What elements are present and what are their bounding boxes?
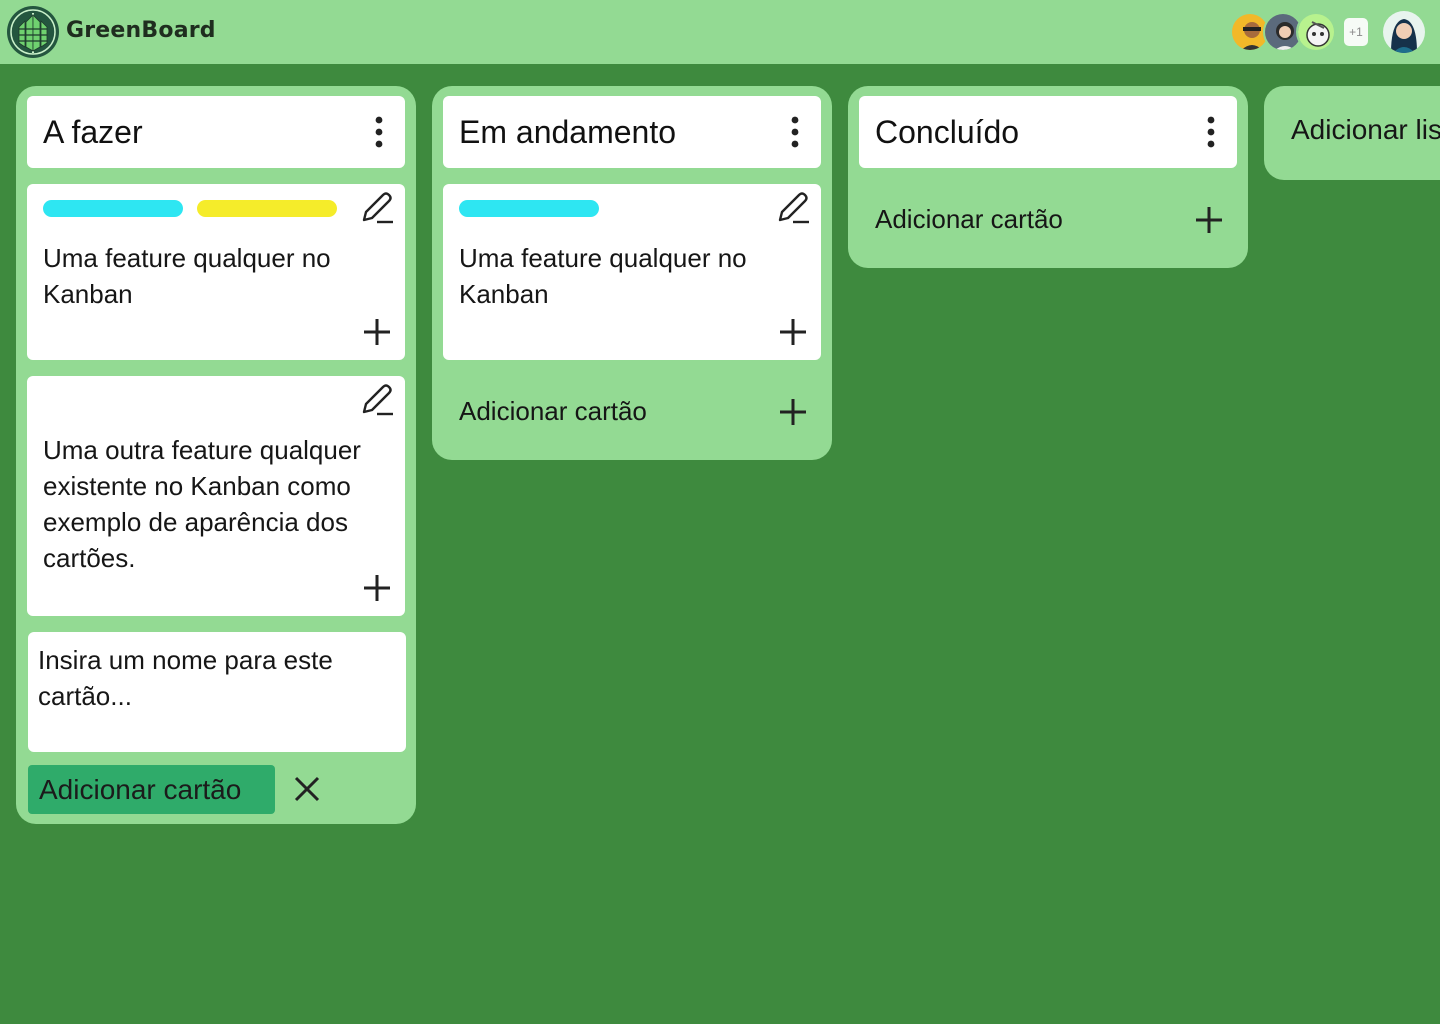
more-options-icon[interactable]: [367, 114, 391, 150]
more-options-icon[interactable]: [783, 114, 807, 150]
pencil-edit-icon[interactable]: [359, 190, 395, 226]
close-icon[interactable]: [292, 774, 322, 804]
card-title: Uma feature qualquer no Kanban: [43, 243, 331, 309]
list-em-andamento: Em andamento Uma feature qualquer no Kan…: [432, 86, 832, 460]
label-cyan[interactable]: [459, 200, 599, 217]
card[interactable]: Uma feature qualquer no Kanban: [27, 184, 405, 360]
plus-icon[interactable]: [1193, 204, 1225, 236]
current-user-avatar[interactable]: [1383, 11, 1425, 53]
list-header: A fazer: [27, 96, 405, 168]
list-header: Concluído: [859, 96, 1237, 168]
card[interactable]: Uma feature qualquer no Kanban: [443, 184, 821, 360]
plus-icon[interactable]: [361, 572, 393, 604]
app-title: GreenBoard: [66, 18, 216, 43]
more-options-icon[interactable]: [1199, 114, 1223, 150]
plus-icon[interactable]: [777, 396, 809, 428]
plus-icon[interactable]: [777, 316, 809, 348]
add-list-label: Adicionar lista: [1291, 114, 1440, 145]
add-list-button[interactable]: Adicionar lista: [1264, 86, 1440, 180]
list-a-fazer: A fazer Uma feature qualquer no Kanban U…: [16, 86, 416, 824]
add-card-button[interactable]: Adicionar cartão: [875, 204, 1063, 235]
list-concluido: Concluído Adicionar cartão: [848, 86, 1248, 268]
list-title: Em andamento: [459, 114, 677, 150]
add-card-button[interactable]: Adicionar cartão: [459, 396, 647, 427]
pencil-edit-icon[interactable]: [775, 190, 811, 226]
label-cyan[interactable]: [43, 200, 183, 217]
card-title: Uma outra feature qualquer existente no …: [43, 435, 361, 573]
label-yellow[interactable]: [197, 200, 337, 217]
card-title: Uma feature qualquer no Kanban: [459, 243, 747, 309]
card[interactable]: Uma outra feature qualquer existente no …: [27, 376, 405, 616]
member-avatar-3[interactable]: [1296, 12, 1336, 52]
new-card-name-input[interactable]: Insira um nome para este cartão...: [28, 632, 406, 752]
list-header: Em andamento: [443, 96, 821, 168]
extra-members-badge[interactable]: +1: [1344, 18, 1368, 46]
pencil-edit-icon[interactable]: [359, 382, 395, 418]
plus-icon[interactable]: [361, 316, 393, 348]
new-card-input-text[interactable]: Insira um nome para este cartão...: [38, 642, 396, 714]
list-title: Concluído: [875, 114, 1020, 150]
list-title: A fazer: [43, 114, 143, 150]
add-card-confirm-button[interactable]: Adicionar cartão: [28, 765, 275, 814]
leaf-globe-logo-icon[interactable]: [6, 5, 60, 59]
top-bar: GreenBoard +1: [0, 0, 1440, 64]
